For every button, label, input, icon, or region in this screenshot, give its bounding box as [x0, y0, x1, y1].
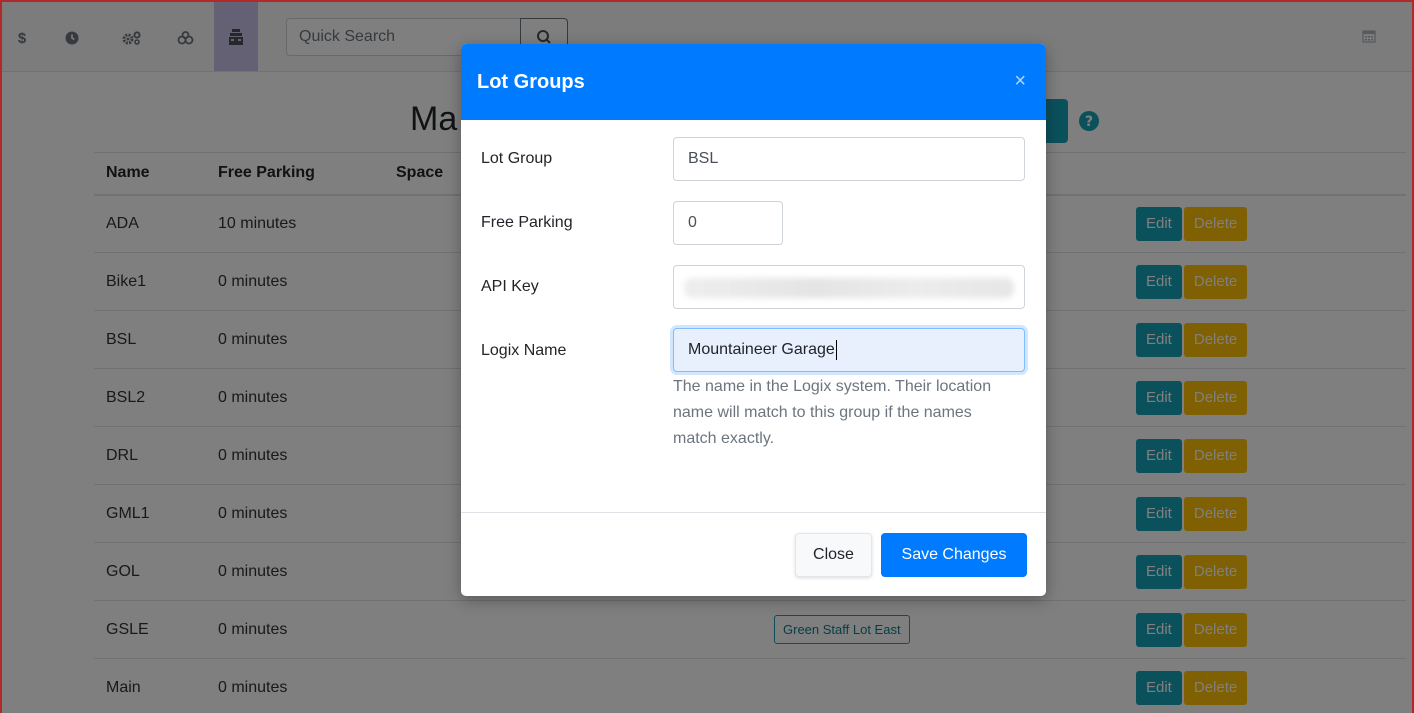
- free-parking-input[interactable]: 0: [673, 201, 783, 245]
- api-key-label: API Key: [481, 278, 539, 295]
- close-button[interactable]: Close: [795, 533, 872, 577]
- app-frame: $ Ma ? Name Fr: [0, 0, 1414, 713]
- modal-footer: Close Save Changes: [461, 512, 1046, 596]
- modal-title: Lot Groups: [477, 70, 585, 93]
- lot-group-label: Lot Group: [481, 150, 553, 167]
- free-parking-label: Free Parking: [481, 214, 573, 231]
- text-cursor: [835, 340, 837, 360]
- lot-group-value: BSL: [688, 150, 719, 167]
- logix-name-label: Logix Name: [481, 342, 567, 359]
- modal-header: Lot Groups ×: [461, 44, 1046, 120]
- logix-name-help-text: The name in the Logix system. Their loca…: [673, 378, 992, 447]
- save-changes-button[interactable]: Save Changes: [881, 533, 1027, 577]
- free-parking-value: 0: [688, 214, 697, 231]
- api-key-input[interactable]: [673, 265, 1025, 309]
- close-icon[interactable]: ×: [1014, 70, 1026, 93]
- logix-name-input[interactable]: Mountaineer Garage: [673, 328, 1025, 372]
- lot-group-input[interactable]: BSL: [673, 137, 1025, 181]
- logix-name-value: Mountaineer Garage: [688, 341, 835, 358]
- lot-groups-modal: Lot Groups × Lot Group BSL Free Parking …: [461, 44, 1046, 596]
- redacted-api-key: [684, 278, 1014, 298]
